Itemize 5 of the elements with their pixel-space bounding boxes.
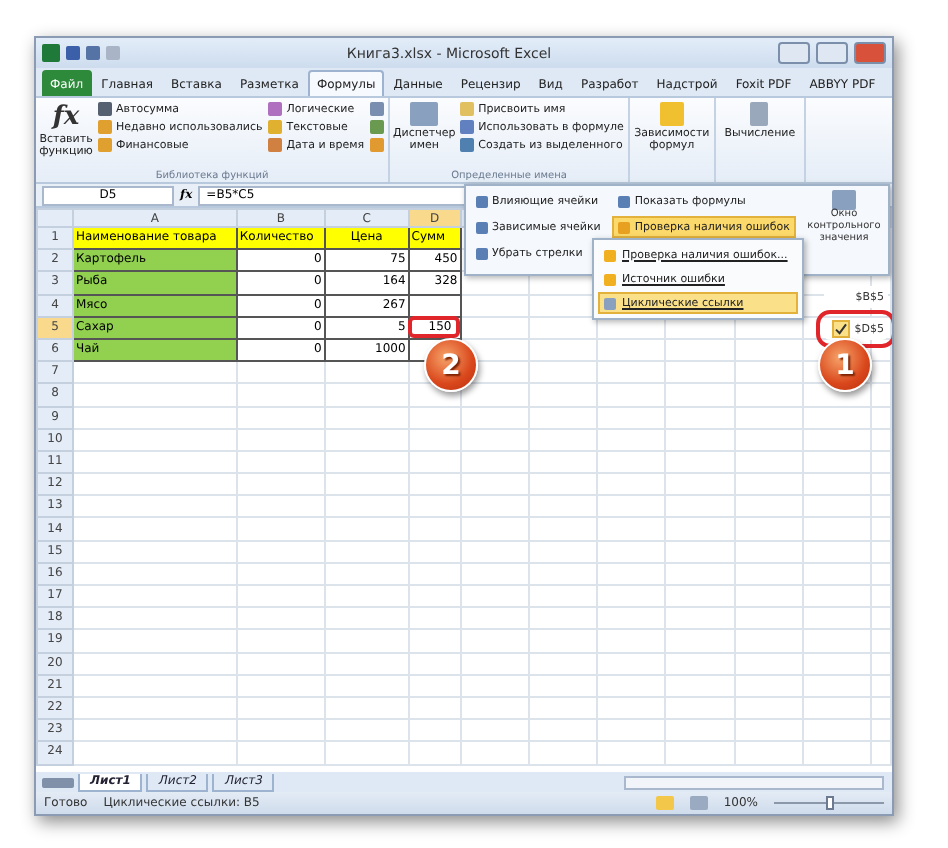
close-button[interactable] xyxy=(854,42,886,64)
minimize-button[interactable] xyxy=(778,42,810,64)
zoom-thumb[interactable] xyxy=(825,796,833,810)
horizontal-scrollbar[interactable] xyxy=(624,775,884,789)
maximize-button[interactable] xyxy=(816,42,848,64)
